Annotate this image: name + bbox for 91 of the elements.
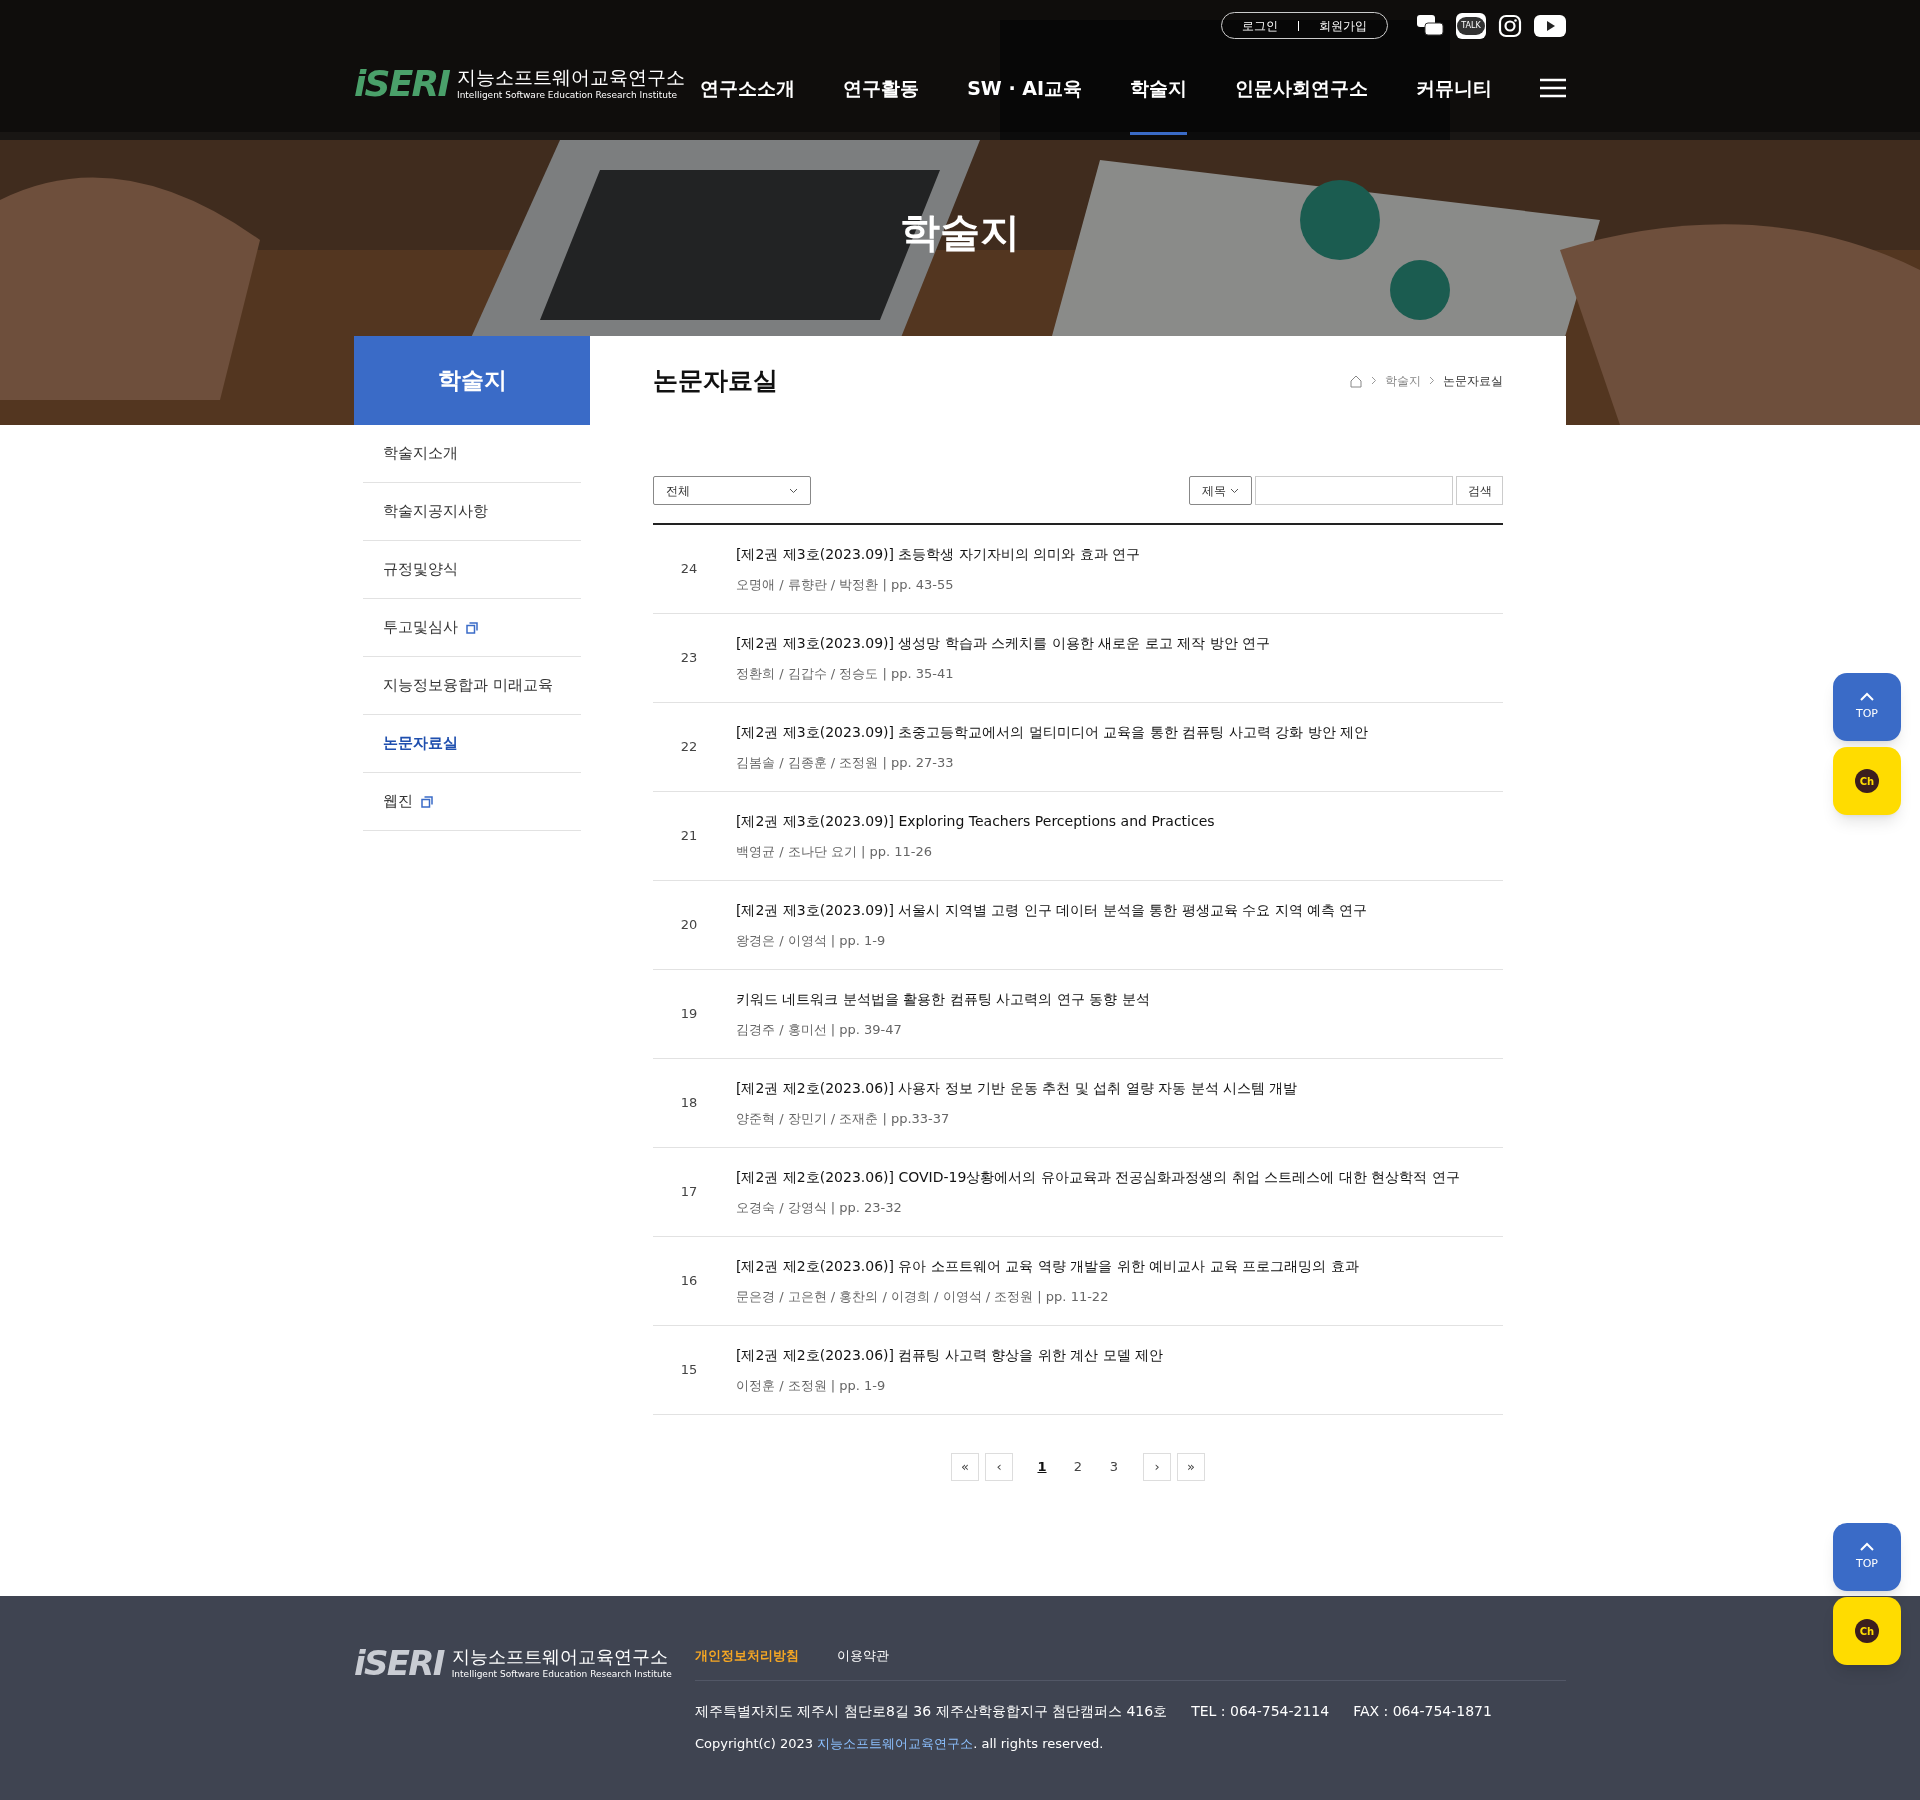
paper-number: 22 [679, 738, 699, 757]
copyright-link[interactable]: 지능소프트웨어교육연구소 [817, 1735, 974, 1751]
next-page-button[interactable]: › [1143, 1453, 1171, 1481]
paper-authors: 정환희 / 김갑수 / 정승도 | pp. 35-41 [736, 664, 955, 683]
last-page-button[interactable]: » [1177, 1453, 1205, 1481]
paper-authors: 김경주 / 홍미선 | pp. 39-47 [736, 1020, 903, 1039]
paper-title[interactable]: [제2권 제2호(2023.06)] COVID-19상황에서의 유아교육과 전공심화과정생의 취업 스트레스에 대한 현상학적 연구 [736, 1166, 1460, 1188]
page-number[interactable]: 1 [1027, 1453, 1057, 1481]
chevron-up-icon [1859, 691, 1875, 702]
sidebar-item[interactable]: 투고및심사 [363, 599, 581, 657]
page-title: 논문자료실 [653, 364, 778, 397]
previous-page-button[interactable]: ‹ [985, 1453, 1013, 1481]
sidebar-item[interactable]: 학술지공지사항 [363, 483, 581, 541]
instagram-icon[interactable] [1498, 13, 1522, 38]
logo-title: 지능소프트웨어교육연구소 [457, 68, 685, 87]
footer-fax: FAX : 064-754-1871 [1353, 1701, 1492, 1721]
hero-title: 학술지 [899, 208, 1021, 257]
paper-number: 15 [679, 1361, 699, 1380]
paper-title[interactable]: [제2권 제3호(2023.09)] 서울시 지역별 고령 인구 데이터 분석을 통한 평생교육 수요 지역 예측 연구 [736, 899, 1368, 921]
sidebar-title: 학술지 [354, 336, 590, 425]
paper-title[interactable]: [제2권 제2호(2023.06)] 컴퓨팅 사고력 향상을 위한 계산 모델 제안 [736, 1344, 1164, 1366]
copyright-text: Copyright(c) 2023 지능소프트웨어교육연구소. all rights reserved. [695, 1734, 1105, 1753]
new-window-icon [421, 795, 433, 808]
signup-link[interactable]: 회원가입 [1319, 16, 1367, 35]
logo-subtitle: Intelligent Software Education Research Institute [457, 91, 678, 100]
paper-number: 24 [679, 560, 699, 579]
paper-number: 17 [679, 1183, 699, 1202]
search-field-select[interactable]: 제목 [1189, 476, 1252, 505]
new-window-icon [466, 621, 478, 634]
nav-item[interactable]: 학술지 [1130, 73, 1187, 135]
breadcrumb-link[interactable]: 논문자료실 [1443, 371, 1503, 390]
paper-number: 20 [679, 916, 699, 935]
chevron-up-icon [1859, 1541, 1875, 1552]
paper-title[interactable]: 키워드 네트워크 분석법을 활용한 컴퓨팅 사고력의 연구 동향 분석 [736, 988, 1150, 1010]
nav-item[interactable]: SW · AI교육 [967, 73, 1082, 135]
paper-authors: 오명애 / 류향란 / 박정환 | pp. 43-55 [736, 575, 955, 594]
search-button[interactable]: 검색 [1456, 476, 1503, 505]
paper-authors: 왕경은 / 이영석 | pp. 1-9 [736, 931, 887, 950]
nav-item[interactable]: 인문사회연구소 [1235, 73, 1368, 135]
logo-mark: iSERI [354, 66, 449, 102]
chevron-down-icon [789, 487, 798, 494]
chat-channel-button[interactable]: Ch [1833, 1597, 1901, 1665]
paper-title[interactable]: [제2권 제3호(2023.09)] 생성망 학습과 스케치를 이용한 새로운 로고 제작 방안 연구 [736, 632, 1271, 654]
chat-channel-button[interactable]: Ch [1833, 747, 1901, 815]
sidebar-item[interactable]: 학술지소개 [363, 425, 581, 483]
nav-item[interactable]: 커뮤니티 [1416, 73, 1492, 135]
page-number[interactable]: 2 [1063, 1453, 1093, 1481]
first-page-button[interactable]: « [951, 1453, 979, 1481]
paper-number: 18 [679, 1094, 699, 1113]
paper-number: 16 [679, 1272, 699, 1291]
paper-number: 21 [679, 827, 699, 846]
logo-title: 지능소프트웨어교육연구소 [451, 1647, 669, 1666]
paper-title[interactable]: [제2권 제3호(2023.09)] 초등학생 자기자비의 의미와 효과 연구 [736, 543, 1141, 565]
nav-item[interactable]: 연구소소개 [700, 73, 796, 135]
footer-tel: TEL : 064-754-2114 [1191, 1701, 1330, 1721]
paper-authors: 백영균 / 조나단 요기 | pp. 11-26 [736, 842, 933, 861]
paper-title[interactable]: [제2권 제2호(2023.06)] 유아 소프트웨어 교육 역량 개발을 위한 예비교사 교육 프로그래밍의 효과 [736, 1255, 1359, 1277]
home-icon[interactable] [1349, 373, 1363, 388]
breadcrumb-link[interactable]: 학술지 [1385, 371, 1421, 390]
chevron-right-icon [1429, 376, 1435, 385]
nav-item[interactable]: 연구활동 [843, 73, 920, 135]
paper-number: 19 [679, 1005, 699, 1024]
footer-address: 제주특별자치도 제주시 첨단로8길 36 제주산학융합지구 첨단캠퍼스 416호 [695, 1701, 1168, 1721]
paper-title[interactable]: [제2권 제2호(2023.06)] 사용자 정보 기반 운동 추천 및 섭취 열량 자동 분석 시스템 개발 [736, 1077, 1298, 1099]
footer-link[interactable]: 이용약관 [837, 1646, 889, 1666]
category-select[interactable]: 전체 [653, 476, 811, 505]
paper-authors: 양준혁 / 장민기 / 조재춘 | pp.33-37 [736, 1109, 951, 1128]
paper-authors: 이정훈 / 조정원 | pp. 1-9 [736, 1376, 887, 1395]
back-to-top-button[interactable]: TOP [1833, 673, 1901, 741]
sidebar-item[interactable]: 규정및양식 [363, 541, 581, 599]
logo-subtitle: Intelligent Software Education Research Institute [451, 1669, 672, 1679]
page-number[interactable]: 3 [1099, 1453, 1129, 1481]
logo-mark: iSERI [354, 1646, 444, 1680]
login-link[interactable]: 로그인 [1242, 16, 1278, 35]
paper-title[interactable]: [제2권 제3호(2023.09)] Exploring Teachers Perceptions and Practices [736, 810, 1215, 832]
sidebar-item[interactable]: 논문자료실 [363, 715, 581, 773]
paper-number: 23 [679, 649, 699, 668]
sidebar-item[interactable]: 지능정보융합과 미래교육 [363, 657, 581, 715]
paper-authors: 오경숙 / 강영식 | pp. 23-32 [736, 1198, 903, 1217]
footer-link[interactable]: 개인정보처리방침 [695, 1646, 799, 1666]
paper-authors: 문은경 / 고은현 / 홍찬의 / 이경희 / 이영석 / 조정원 | pp. 11-22 [736, 1287, 1110, 1306]
menu-icon[interactable] [1540, 77, 1566, 98]
chevron-right-icon [1371, 376, 1377, 385]
paper-authors: 김봄솔 / 김종훈 / 조정원 | pp. 27-33 [736, 753, 955, 772]
back-to-top-button[interactable]: TOP [1833, 1523, 1901, 1591]
paper-title[interactable]: [제2권 제3호(2023.09)] 초중고등학교에서의 멀티미디어 교육을 통한 컴퓨팅 사고력 강화 방안 제안 [736, 721, 1369, 743]
sidebar-item[interactable]: 웹진 [363, 773, 581, 831]
kakao-talk-icon[interactable]: TALK [1456, 12, 1486, 39]
chat-bubbles-icon[interactable] [1416, 12, 1444, 39]
search-input[interactable] [1255, 476, 1453, 505]
chevron-down-icon [1230, 487, 1239, 494]
